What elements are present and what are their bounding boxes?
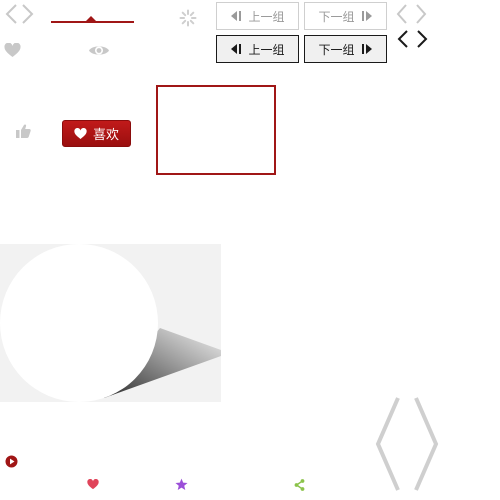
chevron-right-icon[interactable] bbox=[415, 28, 429, 50]
spinner-icon bbox=[179, 9, 197, 27]
step-forward-icon bbox=[361, 11, 372, 21]
star-icon[interactable] bbox=[175, 478, 188, 491]
step-forward-icon bbox=[361, 44, 372, 54]
heart-icon bbox=[74, 127, 87, 139]
chevron-right-icon[interactable] bbox=[415, 3, 427, 25]
next-group-button-active[interactable]: 下一组 bbox=[304, 35, 387, 63]
thumbs-up-icon[interactable] bbox=[16, 124, 31, 138]
tab-indicator-arrow bbox=[86, 16, 96, 21]
prev-group-button-active[interactable]: 上一组 bbox=[216, 35, 299, 63]
page-curl-graphic bbox=[0, 244, 221, 402]
chevron-right-icon[interactable] bbox=[412, 396, 440, 492]
image-placeholder-frame bbox=[156, 85, 276, 175]
step-back-icon bbox=[231, 11, 242, 21]
heart-icon[interactable] bbox=[87, 479, 99, 490]
chevron-left-icon[interactable] bbox=[4, 3, 18, 25]
prev-group-label: 上一组 bbox=[248, 42, 285, 57]
share-icon[interactable] bbox=[294, 479, 305, 491]
next-group-label: 下一组 bbox=[318, 42, 355, 57]
eye-icon[interactable] bbox=[88, 43, 110, 58]
prev-group-button[interactable]: 上一组 bbox=[216, 2, 299, 30]
next-group-label: 下一组 bbox=[318, 9, 355, 24]
chevron-left-icon[interactable] bbox=[374, 396, 402, 492]
like-button[interactable]: 喜欢 bbox=[62, 120, 131, 147]
chevron-left-icon[interactable] bbox=[396, 28, 410, 50]
prev-group-label: 上一组 bbox=[248, 9, 285, 24]
heart-icon[interactable] bbox=[4, 43, 21, 58]
step-back-icon bbox=[231, 44, 242, 54]
tab-underline-indicator bbox=[51, 21, 134, 23]
chevron-left-icon[interactable] bbox=[396, 3, 408, 25]
like-label: 喜欢 bbox=[92, 128, 119, 143]
chevron-right-icon[interactable] bbox=[21, 3, 35, 25]
play-icon[interactable] bbox=[5, 455, 18, 468]
next-group-button[interactable]: 下一组 bbox=[304, 2, 387, 30]
